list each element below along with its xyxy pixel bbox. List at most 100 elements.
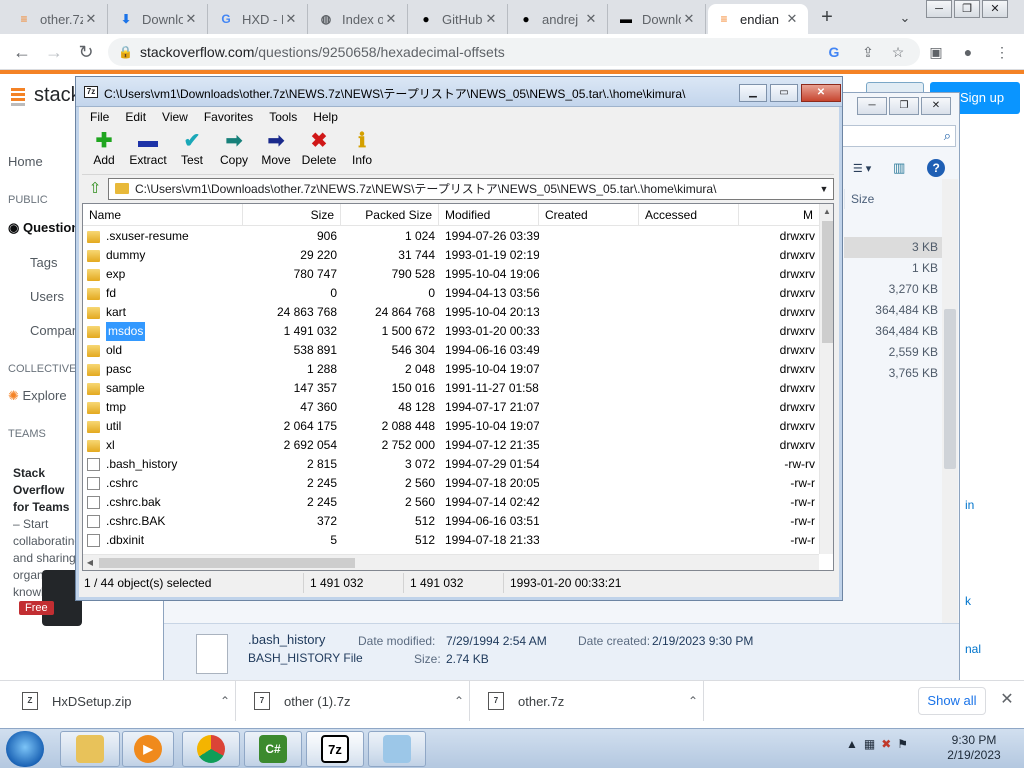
file-list-row[interactable]: .cshrc.bak 2 245 2 560 1994-07-14 02:42 -rw-… bbox=[83, 493, 819, 512]
file-list-row[interactable]: .bash_history 2 815 3 072 1994-07-29 01:54 -… bbox=[83, 455, 819, 474]
menu-edit[interactable]: Edit bbox=[117, 108, 154, 126]
menu-kebab-icon[interactable]: ⋮ bbox=[992, 42, 1012, 62]
close-button[interactable]: ✕ bbox=[801, 84, 841, 102]
download-item[interactable]: Z HxDSetup.zip ⌃ bbox=[0, 681, 236, 721]
close-icon[interactable]: ✕ bbox=[681, 11, 697, 27]
so-nav-explore[interactable]: ✺ Explore bbox=[8, 388, 67, 404]
side-panel-icon[interactable]: ▣ bbox=[926, 42, 946, 62]
close-button[interactable]: ✕ bbox=[982, 0, 1008, 18]
maximize-button[interactable]: ❐ bbox=[889, 97, 919, 115]
tab-index-of[interactable]: ◍ Index of ✕ bbox=[310, 4, 408, 34]
file-list-row[interactable]: sample 147 357 150 016 1991-11-27 01:58 drwx… bbox=[83, 379, 819, 398]
chevron-up-icon[interactable]: ⌃ bbox=[215, 694, 235, 708]
close-icon[interactable]: ✕ bbox=[83, 11, 99, 27]
file-list-row[interactable]: exp 780 747 790 528 1995-10-04 19:06 drwxrv bbox=[83, 265, 819, 284]
so-nav-users[interactable]: Users bbox=[30, 289, 64, 304]
profile-avatar-icon[interactable]: ● bbox=[958, 42, 978, 62]
volume-muted-icon[interactable]: ✖ bbox=[881, 737, 891, 751]
column-size[interactable]: Size bbox=[243, 204, 341, 226]
google-lens-icon[interactable]: G bbox=[824, 42, 844, 62]
column-packed-size[interactable]: Packed Size bbox=[341, 204, 439, 226]
tab-andrej[interactable]: ● andrej ✕ bbox=[510, 4, 608, 34]
move-button[interactable]: ➡ Move bbox=[254, 129, 298, 173]
minimize-button[interactable]: ─ bbox=[857, 97, 887, 115]
explorer-vertical-scrollbar[interactable] bbox=[942, 179, 958, 669]
views-dropdown-icon[interactable]: ☰ ▾ bbox=[853, 162, 871, 175]
close-icon[interactable]: ✕ bbox=[183, 11, 199, 27]
close-icon[interactable]: ✕ bbox=[583, 11, 599, 27]
show-all-downloads-button[interactable]: Show all bbox=[918, 687, 986, 715]
address-bar[interactable]: 🔒 stackoverflow.com/questions/9250658/he… bbox=[108, 38, 920, 66]
tab-github[interactable]: ● GitHub ✕ bbox=[410, 4, 508, 34]
tab-search-chevron-icon[interactable]: ⌄ bbox=[893, 6, 917, 30]
minimize-button[interactable]: ─ bbox=[926, 0, 952, 18]
start-button[interactable] bbox=[6, 731, 44, 767]
add-button[interactable]: ✚ Add bbox=[82, 129, 126, 173]
reload-button[interactable]: ↻ bbox=[74, 40, 98, 64]
file-list-row[interactable]: .dbxinit 5 512 1994-07-18 21:33 -rw-r bbox=[83, 531, 819, 550]
file-list-row[interactable]: msdos 1 491 032 1 500 672 1993-01-20 00:33 d… bbox=[83, 322, 819, 341]
info-button[interactable]: ℹ Info bbox=[340, 129, 384, 173]
chevron-up-icon[interactable]: ⌃ bbox=[683, 694, 703, 708]
tab-download[interactable]: ▬ Download ✕ bbox=[610, 4, 706, 34]
file-list-vertical-scrollbar[interactable]: ▲ bbox=[819, 204, 833, 554]
close-button[interactable]: ✕ bbox=[921, 97, 951, 115]
tab-hxd[interactable]: G HXD - Freeware Hex Editor ✕ bbox=[210, 4, 308, 34]
copy-button[interactable]: ➡ Copy bbox=[212, 129, 256, 173]
file-list-row[interactable]: .cshrc 2 245 2 560 1994-07-18 20:05 -rw-r bbox=[83, 474, 819, 493]
taskbar-7zip[interactable]: 7z bbox=[306, 731, 364, 767]
taskbar-chrome[interactable] bbox=[182, 731, 240, 767]
help-icon[interactable]: ? bbox=[927, 159, 946, 177]
back-button[interactable]: ← bbox=[10, 40, 34, 64]
column-created[interactable]: Created bbox=[539, 204, 639, 226]
test-button[interactable]: ✔ Test bbox=[170, 129, 214, 173]
sevenzip-title-bar[interactable]: 7z C:\Users\vm1\Downloads\other.7z\NEWS.… bbox=[76, 77, 842, 107]
file-list-row[interactable]: fd 0 0 1994-04-13 03:56 drwxrv bbox=[83, 284, 819, 303]
close-icon[interactable]: ✕ bbox=[784, 11, 800, 27]
file-list-row[interactable]: old 538 891 546 304 1994-06-16 03:49 drwxrv bbox=[83, 341, 819, 360]
taskbar-csharp[interactable]: C# bbox=[244, 731, 302, 767]
file-list-row[interactable]: .sxuser-resume 906 1 024 1994-07-26 03:39 dr… bbox=[83, 227, 819, 246]
so-logo[interactable]: stack bbox=[8, 82, 81, 108]
menu-favorites[interactable]: Favorites bbox=[196, 108, 261, 126]
explorer-search-input[interactable]: ⌕ bbox=[842, 125, 956, 147]
close-icon[interactable]: ✕ bbox=[998, 689, 1016, 709]
up-folder-icon[interactable]: ⇧ bbox=[86, 180, 104, 198]
scroll-left-arrow-icon[interactable]: ◀ bbox=[83, 555, 97, 570]
file-list-row[interactable]: pasc 1 288 2 048 1995-10-04 19:07 drwxrv bbox=[83, 360, 819, 379]
menu-view[interactable]: View bbox=[154, 108, 196, 126]
close-icon[interactable]: ✕ bbox=[383, 11, 399, 27]
file-list-row[interactable]: kart 24 863 768 24 864 768 1995-10-04 20:13… bbox=[83, 303, 819, 322]
column-accessed[interactable]: Accessed bbox=[639, 204, 739, 226]
so-nav-home[interactable]: Home bbox=[8, 154, 43, 169]
file-list-row[interactable]: .cshrc.BAK 372 512 1994-06-16 03:51 -rw-r bbox=[83, 512, 819, 531]
forward-button[interactable]: → bbox=[42, 40, 66, 64]
file-list-row[interactable]: dummy 29 220 31 744 1993-01-19 02:19 drwxrv bbox=[83, 246, 819, 265]
preview-pane-icon[interactable]: ▥ bbox=[893, 160, 905, 176]
file-list-horizontal-scrollbar[interactable]: ◀ bbox=[83, 554, 819, 570]
network-icon[interactable]: ▦ bbox=[864, 737, 875, 751]
column-modified[interactable]: Modified bbox=[439, 204, 539, 226]
file-list-row[interactable]: tmp 47 360 48 128 1994-07-17 21:07 drwxrv bbox=[83, 398, 819, 417]
scrollbar-thumb[interactable] bbox=[822, 221, 833, 343]
file-list-row[interactable]: util 2 064 175 2 088 448 1995-10-04 19:07 dr… bbox=[83, 417, 819, 436]
taskbar-notepad[interactable] bbox=[368, 731, 426, 767]
tab-other-7z[interactable]: ≡ other.7z ✕ bbox=[8, 4, 108, 34]
maximize-button[interactable]: ▭ bbox=[770, 84, 798, 102]
explorer-size-column-header[interactable]: Size bbox=[844, 189, 944, 209]
scroll-up-arrow-icon[interactable]: ▲ bbox=[820, 204, 833, 219]
dropdown-arrow-icon[interactable]: ▼ bbox=[817, 179, 831, 199]
download-item[interactable]: 7 other.7z ⌃ bbox=[470, 681, 704, 721]
bookmark-star-icon[interactable]: ☆ bbox=[888, 42, 908, 62]
action-center-icon[interactable]: ⚑ bbox=[897, 737, 908, 751]
sevenzip-path-combobox[interactable]: C:\Users\vm1\Downloads\other.7z\NEWS.7z\… bbox=[108, 178, 834, 200]
file-list-row[interactable]: xl 2 692 054 2 752 000 1994-07-12 21:35 drwx… bbox=[83, 436, 819, 455]
taskbar-media-player[interactable]: ▶ bbox=[122, 731, 174, 767]
column-name[interactable]: Name bbox=[83, 204, 243, 226]
taskbar-clock[interactable]: 9:30 PM 2/19/2023 bbox=[936, 733, 1012, 763]
column-mode[interactable]: M bbox=[739, 204, 819, 226]
menu-tools[interactable]: Tools bbox=[261, 108, 305, 126]
scrollbar-thumb[interactable] bbox=[99, 558, 355, 568]
close-icon[interactable]: ✕ bbox=[283, 11, 299, 27]
scrollbar-thumb[interactable] bbox=[944, 309, 956, 469]
